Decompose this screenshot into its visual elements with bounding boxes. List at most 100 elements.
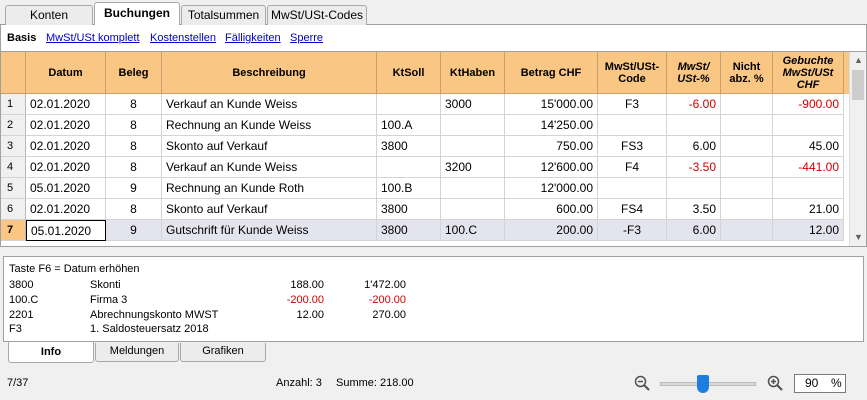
cell-nicht-abz[interactable] (721, 199, 773, 220)
tab-info[interactable]: Info (8, 342, 94, 363)
cell-ktsoll[interactable]: 3800 (377, 136, 441, 157)
cell-mwst-code[interactable]: FS3 (598, 136, 667, 157)
cell-kthaben[interactable]: 100.C (441, 220, 505, 241)
cell-mwst-pct[interactable]: 3.50 (667, 199, 721, 220)
cell-mwst-pct[interactable]: -3.50 (667, 157, 721, 178)
cell-mwst-pct[interactable] (667, 115, 721, 136)
tab-totalsummen[interactable]: Totalsummen (181, 5, 266, 25)
cell-betrag[interactable]: 12'600.00 (505, 157, 598, 178)
cell-mwst-code[interactable] (598, 115, 667, 136)
cell-mwst-pct[interactable]: -6.00 (667, 94, 721, 115)
tab-buchungen[interactable]: Buchungen (94, 2, 180, 25)
cell-kthaben[interactable] (441, 115, 505, 136)
cell-nicht-abz[interactable] (721, 94, 773, 115)
table-row[interactable]: 5 05.01.2020 9 Rechnung an Kunde Roth 10… (1, 178, 844, 199)
view-basis[interactable]: Basis (7, 32, 36, 44)
tab-konten[interactable]: Konten (5, 5, 93, 25)
cell-datum[interactable]: 02.01.2020 (26, 136, 106, 157)
view-faelligkeiten[interactable]: Fälligkeiten (225, 32, 281, 44)
cell-betrag[interactable]: 12'000.00 (505, 178, 598, 199)
col-mwst-pct[interactable]: MwSt/ USt-% (667, 52, 721, 94)
zoom-slider-thumb[interactable] (697, 375, 710, 393)
cell-betrag[interactable]: 750.00 (505, 136, 598, 157)
cell-mwst-code[interactable]: F4 (598, 157, 667, 178)
table-row-selected[interactable]: 7 05.01.2020 9 Gutschrift für Kunde Weis… (1, 220, 844, 241)
scroll-up-icon[interactable]: ▲ (850, 52, 866, 69)
cell-beleg[interactable]: 8 (106, 157, 162, 178)
tab-grafiken[interactable]: Grafiken (180, 343, 266, 362)
cell-beleg[interactable]: 9 (106, 220, 162, 241)
cell-mwst-code[interactable]: FS4 (598, 199, 667, 220)
cell-beschreibung[interactable]: Rechnung an Kunde Weiss (162, 115, 377, 136)
cell-betrag[interactable]: 600.00 (505, 199, 598, 220)
vertical-scrollbar[interactable]: ▲ ▼ (849, 52, 866, 246)
cell-beleg[interactable]: 8 (106, 199, 162, 220)
cell-nicht-abz[interactable] (721, 178, 773, 199)
tab-meldungen[interactable]: Meldungen (95, 343, 179, 362)
cell-nicht-abz[interactable] (721, 157, 773, 178)
col-mwst-code[interactable]: MwSt/USt-Code (598, 52, 667, 94)
row-number[interactable]: 1 (1, 94, 26, 115)
table-row[interactable]: 1 02.01.2020 8 Verkauf an Kunde Weiss 30… (1, 94, 844, 115)
cell-nicht-abz[interactable] (721, 220, 773, 241)
cell-gebuchte-mwst[interactable]: 12.00 (773, 220, 844, 241)
cell-nicht-abz[interactable] (721, 115, 773, 136)
row-number[interactable]: 4 (1, 157, 26, 178)
col-datum[interactable]: Datum (26, 52, 106, 94)
view-kostenstellen[interactable]: Kostenstellen (150, 32, 216, 44)
cell-ktsoll[interactable] (377, 157, 441, 178)
zoom-out-icon[interactable] (634, 375, 650, 391)
cell-datum[interactable]: 02.01.2020 (26, 157, 106, 178)
cell-ktsoll[interactable]: 3800 (377, 199, 441, 220)
cell-beschreibung[interactable]: Rechnung an Kunde Roth (162, 178, 377, 199)
cell-datum[interactable]: 02.01.2020 (26, 115, 106, 136)
cell-gebuchte-mwst[interactable]: -900.00 (773, 94, 844, 115)
cell-mwst-code[interactable] (598, 178, 667, 199)
cell-kthaben[interactable] (441, 136, 505, 157)
cell-datum[interactable]: 02.01.2020 (26, 94, 106, 115)
row-number[interactable]: 5 (1, 178, 26, 199)
col-nicht-abz[interactable]: Nicht abz. % (721, 52, 773, 94)
col-gebuchte-mwst[interactable]: Gebuchte MwSt/USt CHF (773, 52, 844, 94)
cell-mwst-code[interactable]: -F3 (598, 220, 667, 241)
cell-mwst-code[interactable]: F3 (598, 94, 667, 115)
col-beleg[interactable]: Beleg (106, 52, 162, 94)
row-number[interactable]: 3 (1, 136, 26, 157)
zoom-in-icon[interactable] (767, 375, 783, 391)
col-beschreibung[interactable]: Beschreibung (162, 52, 377, 94)
cell-mwst-pct[interactable]: 6.00 (667, 220, 721, 241)
cell-nicht-abz[interactable] (721, 136, 773, 157)
scrollbar-thumb[interactable] (852, 70, 864, 100)
cell-datum-focused[interactable]: 05.01.2020 (26, 220, 106, 241)
cell-beleg[interactable]: 8 (106, 94, 162, 115)
view-mwst-komplett[interactable]: MwSt/USt komplett (46, 32, 140, 44)
col-kthaben[interactable]: KtHaben (441, 52, 505, 94)
row-number[interactable]: 7 (1, 220, 26, 241)
table-row[interactable]: 6 02.01.2020 8 Skonto auf Verkauf 3800 6… (1, 199, 844, 220)
table-row[interactable]: 2 02.01.2020 8 Rechnung an Kunde Weiss 1… (1, 115, 844, 136)
cell-ktsoll[interactable]: 100.A (377, 115, 441, 136)
cell-gebuchte-mwst[interactable]: -441.00 (773, 157, 844, 178)
view-sperre[interactable]: Sperre (290, 32, 323, 44)
cell-datum[interactable]: 05.01.2020 (26, 178, 106, 199)
cell-beleg[interactable]: 9 (106, 178, 162, 199)
cell-beschreibung[interactable]: Skonto auf Verkauf (162, 136, 377, 157)
cell-datum[interactable]: 02.01.2020 (26, 199, 106, 220)
cell-ktsoll[interactable]: 3800 (377, 220, 441, 241)
cell-beleg[interactable]: 8 (106, 115, 162, 136)
cell-beschreibung[interactable]: Verkauf an Kunde Weiss (162, 94, 377, 115)
cell-beschreibung[interactable]: Verkauf an Kunde Weiss (162, 157, 377, 178)
row-number[interactable]: 6 (1, 199, 26, 220)
col-ktsoll[interactable]: KtSoll (377, 52, 441, 94)
cell-ktsoll[interactable] (377, 94, 441, 115)
row-number[interactable]: 2 (1, 115, 26, 136)
cell-gebuchte-mwst[interactable] (773, 178, 844, 199)
cell-beschreibung[interactable]: Gutschrift für Kunde Weiss (162, 220, 377, 241)
cell-mwst-pct[interactable]: 6.00 (667, 136, 721, 157)
cell-beschreibung[interactable]: Skonto auf Verkauf (162, 199, 377, 220)
scroll-down-icon[interactable]: ▼ (850, 229, 866, 246)
cell-mwst-pct[interactable] (667, 178, 721, 199)
cell-kthaben[interactable]: 3200 (441, 157, 505, 178)
table-row[interactable]: 3 02.01.2020 8 Skonto auf Verkauf 3800 7… (1, 136, 844, 157)
cell-kthaben[interactable] (441, 178, 505, 199)
